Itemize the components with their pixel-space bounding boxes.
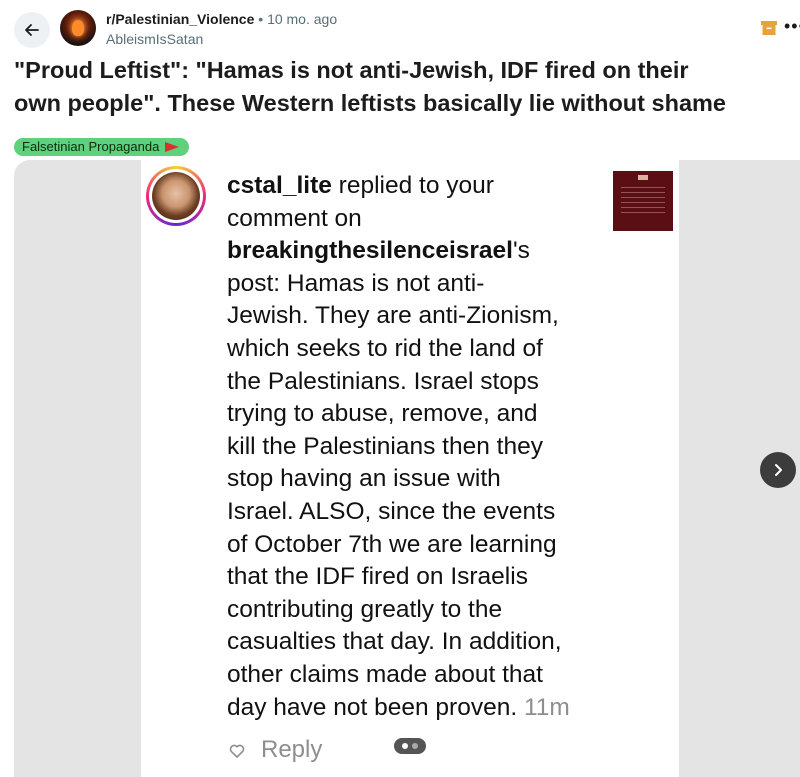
meta-separator: • — [258, 11, 264, 27]
author-link[interactable]: AbleismIsSatan — [106, 31, 337, 48]
subreddit-avatar[interactable] — [60, 10, 96, 46]
gallery-pagination — [394, 738, 426, 754]
post-thumbnail — [613, 171, 673, 231]
image-gallery[interactable]: cstal_lite replied to your comment on br… — [14, 160, 800, 777]
archive-icon — [761, 21, 777, 35]
post-header: r/Palestinian_Violence • 10 mo. ago Able… — [0, 0, 800, 52]
more-options-button[interactable]: ••• — [784, 16, 800, 36]
comment-text: cstal_lite replied to your comment on br… — [227, 172, 570, 721]
screenshot-image: cstal_lite replied to your comment on br… — [141, 160, 679, 777]
post-meta: r/Palestinian_Violence • 10 mo. ago Able… — [106, 11, 337, 48]
next-image-button[interactable] — [760, 452, 796, 488]
post-title-line: own people". These Western leftists basi… — [14, 90, 726, 116]
reply-button: Reply — [261, 736, 323, 763]
commenter-avatar — [146, 166, 206, 226]
chevron-right-icon — [775, 464, 782, 476]
comment-timestamp: 11m — [523, 693, 570, 721]
post-title-line: "Proud Leftist": "Hamas is not anti-Jewi… — [14, 57, 689, 83]
mentioned-account: breakingthesilenceisrael — [227, 237, 513, 265]
arrow-left-icon — [25, 24, 39, 36]
post-flair[interactable]: Falsetinian Propaganda — [14, 138, 190, 156]
heart-icon — [229, 744, 245, 758]
comment-username: cstal_lite — [227, 172, 332, 199]
flair-label: Falsetinian Propaganda — [22, 139, 160, 154]
subreddit-link[interactable]: r/Palestinian_Violence — [106, 11, 254, 27]
post-time: 10 mo. ago — [267, 11, 338, 27]
flag-icon — [165, 142, 180, 152]
back-button[interactable] — [14, 12, 50, 48]
post-title: "Proud Leftist": "Hamas is not anti-Jewi… — [14, 54, 800, 120]
